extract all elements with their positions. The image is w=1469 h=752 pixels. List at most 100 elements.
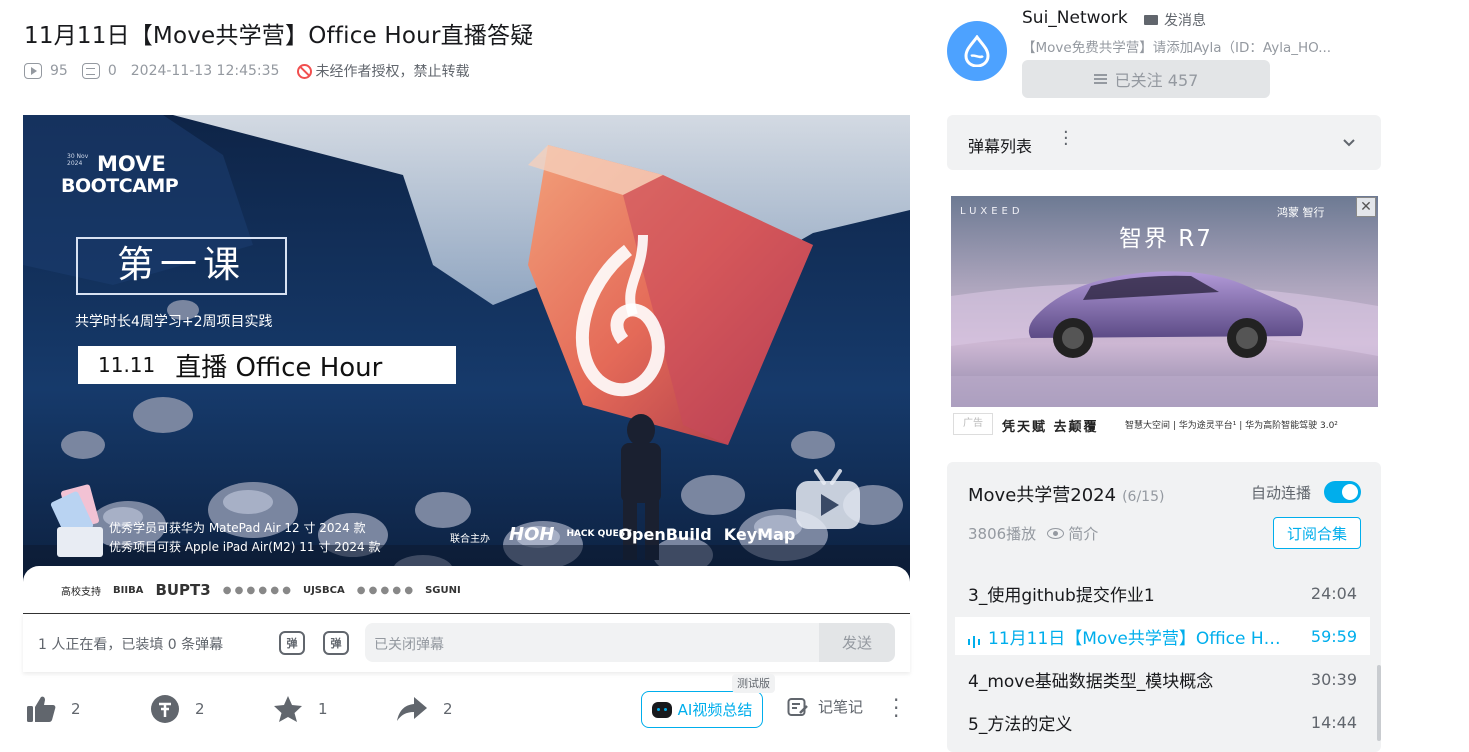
notes-button[interactable]: 记笔记: [787, 696, 863, 717]
episode-duration: 14:44: [1310, 712, 1357, 732]
danmaku-settings-icon[interactable]: 弹: [323, 631, 349, 655]
share-icon: [397, 697, 427, 721]
share-button[interactable]: 2: [396, 694, 453, 724]
video-meta: 95 0 2024-11-13 12:45:35 未经作者授权，禁止转载: [24, 61, 469, 81]
danmaku-list-title: 弹幕列表: [968, 137, 1033, 156]
favorite-count: 1: [318, 700, 328, 718]
danmaku-toggle-icon[interactable]: 弹: [279, 631, 305, 655]
live-banner: 11.11 直播 Office Hour: [78, 346, 456, 384]
host-logo: OpenBuild: [618, 525, 712, 544]
notes-label: 记笔记: [818, 698, 864, 716]
host-logo: KeyMap: [723, 525, 796, 544]
sponsor-logo: SGUNI: [425, 584, 461, 596]
envelope-icon: [1144, 15, 1158, 25]
ad-tag: 广告: [953, 413, 993, 435]
sponsor-label: 高校支持: [61, 586, 101, 598]
playing-indicator-icon: [968, 633, 980, 648]
episode-name: 3_使用github提交作业1: [968, 585, 1155, 606]
play-button-icon[interactable]: [794, 467, 862, 531]
collection-title[interactable]: Move共学营2024 (6/15): [968, 481, 1164, 507]
episode-duration: 24:04: [1310, 583, 1357, 603]
scrollbar[interactable]: [1377, 665, 1381, 741]
sponsor-logo: BIIBA: [113, 584, 144, 596]
forbidden-icon: [297, 63, 313, 79]
host-logo: HOH: [509, 524, 555, 545]
collection-title-text: Move共学营2024: [968, 485, 1117, 506]
video-title: 11月11日【Move共学营】Office Hour直播答疑: [24, 23, 534, 49]
episode-duration: 30:39: [1310, 669, 1357, 689]
copyright-notice: 未经作者授权，禁止转载: [297, 61, 469, 81]
play-count-icon: [24, 63, 42, 79]
ad-brand-secondary: 鸿蒙 智行: [1277, 206, 1325, 219]
send-message-link[interactable]: 发消息: [1144, 10, 1206, 30]
avatar[interactable]: [947, 21, 1007, 81]
ad-slogan: 凭天赋 去颠覆: [1002, 420, 1099, 435]
coin-icon: [151, 695, 179, 723]
live-label: 直播 Office Hour: [175, 352, 383, 383]
danmaku-list-more-icon[interactable]: · · ·: [1063, 124, 1069, 154]
sui-logo-icon: [964, 35, 990, 67]
ai-summary-label: AI视频总结: [677, 701, 753, 719]
uploader-description: 【Move免费共学营】请添加Ayla（ID：Ayla_HO...: [1022, 40, 1332, 56]
episode-duration: 59:59: [1310, 626, 1357, 646]
ad-brand: LUXEED: [960, 206, 1024, 217]
ad-title: 智界 R7: [1119, 226, 1213, 252]
danmaku-input[interactable]: 已关闭弹幕: [365, 623, 820, 662]
favorite-button[interactable]: 1: [273, 694, 328, 724]
like-button[interactable]: 2: [26, 694, 81, 724]
beta-badge: 测试版: [732, 674, 775, 693]
collection-progress: (6/15): [1122, 489, 1165, 505]
send-message-label: 发消息: [1164, 13, 1206, 29]
thumbnail-brand2: BOOTCAMP: [61, 175, 179, 197]
follow-button[interactable]: 已关注 457: [1022, 60, 1270, 98]
sponsor-bar: 高校支持 BIIBA BUPT3 ● ● ● ● ● ● UJSBCA ● ● …: [23, 566, 910, 614]
collection-intro-link[interactable]: 简介: [1068, 523, 1098, 544]
thumbnail-brand1: MOVE: [97, 152, 166, 176]
coin-button[interactable]: 2: [150, 694, 205, 724]
thumbnail-subtitle: 共学时长4周学习+2周项目实践: [75, 314, 273, 330]
subscribe-collection-button[interactable]: 订阅合集: [1273, 517, 1361, 549]
sponsor-logo: BUPT3: [155, 581, 211, 599]
prize-1: 优秀学员可获华为 MatePad Air 12 寸 2024 款: [109, 521, 366, 535]
danmaku-settings-glyph: 弹: [330, 637, 342, 650]
episode-name: 11月11日【Move共学营】Office Hour直播答疑: [988, 628, 1288, 649]
ai-summary-button[interactable]: AI视频总结: [641, 691, 763, 728]
episode-item-active[interactable]: 11月11日【Move共学营】Office Hour直播答疑 59:59: [955, 617, 1370, 655]
thumbnail-date: 30 Nov 2024: [67, 153, 89, 167]
co-host-label: 联合主办: [450, 534, 490, 545]
host-logo: HACK QUEST: [566, 529, 632, 539]
sponsor-logo: UJSBCA: [302, 584, 345, 596]
eye-icon: [1047, 528, 1065, 539]
episode-name: 4_move基础数据类型_模块概念: [968, 671, 1214, 692]
host-logos: HOH HACK QUEST OpenBuild KeyMap: [509, 524, 795, 545]
autoplay-label: 自动连播: [1251, 484, 1312, 502]
autoplay-toggle[interactable]: [1324, 481, 1361, 503]
copyright-text: 未经作者授权，禁止转载: [315, 64, 470, 80]
share-count: 2: [443, 700, 453, 718]
like-count: 2: [71, 700, 81, 718]
send-button[interactable]: 发送: [819, 623, 895, 662]
publish-time: 2024-11-13 12:45:35: [130, 63, 280, 79]
episode-name: 5_方法的定义: [968, 714, 1073, 735]
note-icon: [787, 697, 808, 716]
chevron-down-icon[interactable]: [1343, 133, 1355, 147]
danmaku-toggle-glyph: 弹: [286, 637, 298, 650]
view-count: 95: [50, 63, 68, 79]
episode-item[interactable]: 3_使用github提交作业1 24:04: [955, 574, 1370, 612]
episode-item[interactable]: 5_方法的定义 14:44: [955, 703, 1370, 741]
viewer-count: 1 人正在看，已装填 0 条弹幕: [38, 637, 224, 653]
danmaku-count-icon: [81, 63, 100, 79]
collection-stats: 3806播放 简介: [968, 523, 1098, 544]
follow-label: 已关注 457: [1114, 71, 1199, 90]
tablet-illustration: [49, 483, 103, 557]
more-options-icon[interactable]: · · ·: [893, 690, 899, 726]
lesson-text: 第一课: [117, 243, 246, 286]
video-player[interactable]: 30 Nov 2024 MOVE BOOTCAMP 第一课 共学时长4周学习+2…: [23, 115, 910, 614]
uploader-name[interactable]: Sui_Network: [1022, 8, 1128, 28]
episode-item[interactable]: 4_move基础数据类型_模块概念 30:39: [955, 660, 1370, 698]
menu-icon: [1093, 74, 1107, 84]
live-date: 11.11: [98, 353, 156, 377]
robot-icon: [651, 701, 672, 718]
close-icon[interactable]: ✕: [1356, 197, 1376, 217]
prize-2: 优秀项目可获 Apple iPad Air(M2) 11 寸 2024 款: [109, 540, 381, 554]
